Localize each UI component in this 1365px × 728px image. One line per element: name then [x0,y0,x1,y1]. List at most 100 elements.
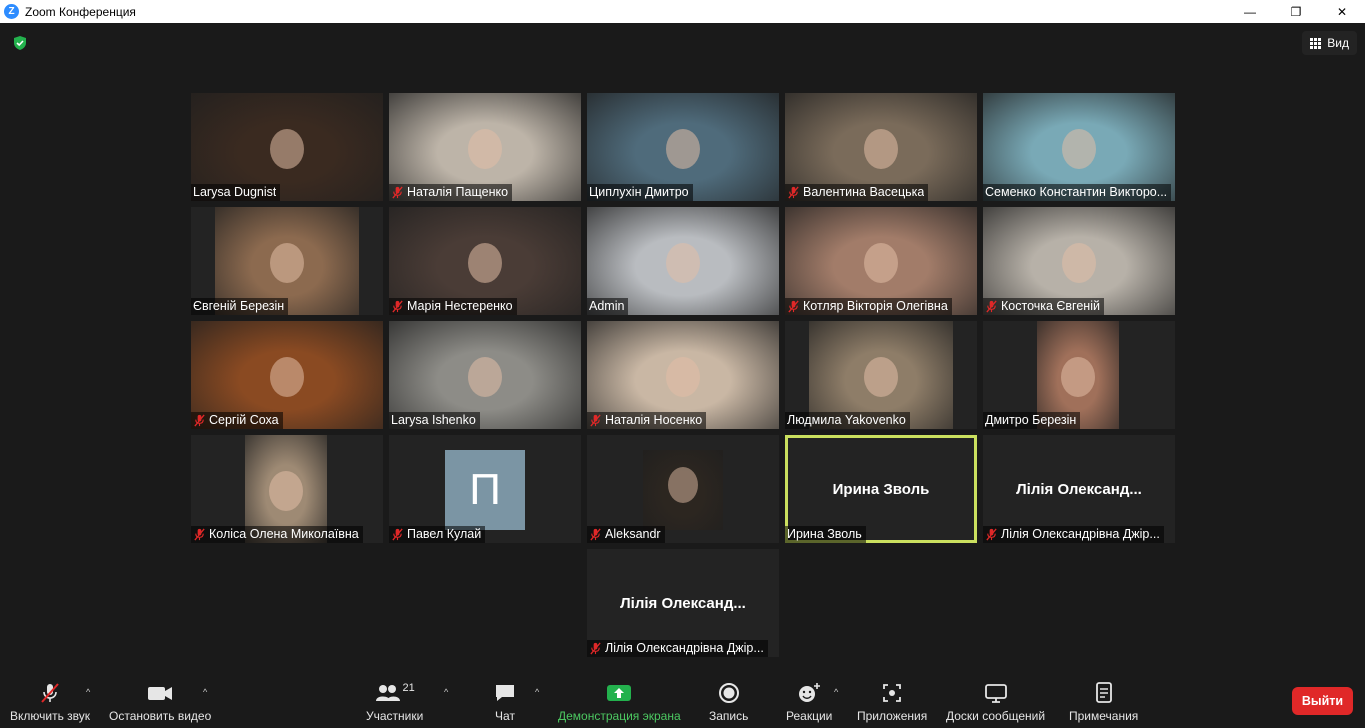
participant-name-label: Наталія Носенко [587,412,707,429]
participant-tile[interactable]: Дмитро Березін [983,321,1175,429]
audio-options-caret[interactable]: ^ [86,687,94,697]
chat-options-caret[interactable]: ^ [535,687,543,697]
participant-tile[interactable]: Марія Нестеренко [389,207,581,315]
participant-tile[interactable]: Наталія Носенко [587,321,779,429]
participant-tile[interactable]: Larysa Ishenko [389,321,581,429]
participant-tile[interactable]: Циплухін Дмитро [587,93,779,201]
participant-face [1062,243,1096,283]
video-options-caret[interactable]: ^ [203,687,211,697]
participant-name-label: Ирина Зволь [785,526,866,543]
participants-icon: 21 [375,681,415,705]
participant-tile[interactable]: Лілія Олександ... Лілія Олександрівна Джі… [587,549,779,657]
chat-button[interactable]: Чат [494,681,516,723]
record-icon [718,681,740,705]
participant-name-label: Лілія Олександрівна Джір... [587,640,768,657]
video-camera-icon [147,681,173,705]
participant-face [270,243,304,283]
grid-icon [1310,37,1322,49]
share-screen-label: Демонстрация экрана [558,709,681,723]
participant-name: Admin [589,299,625,313]
microphone-muted-icon [986,300,997,313]
participant-name: Дмитро Березін [985,413,1077,427]
whiteboards-label: Доски сообщений [946,709,1046,723]
share-screen-button[interactable]: Демонстрация экрана [558,681,681,723]
participant-name: Котляр Вікторія Олегівна [803,299,948,313]
record-button[interactable]: Запись [709,681,748,723]
share-screen-icon [606,681,632,705]
participant-name-label: Косточка Євгеній [983,298,1104,315]
apps-button[interactable]: Приложения [857,681,927,723]
notes-button[interactable]: Примечания [1069,681,1138,723]
chat-icon [494,681,516,705]
reactions-label: Реакции [786,709,833,723]
unmute-button[interactable]: Включить звук [10,681,90,723]
participant-tile[interactable]: Людмила Yakovenko [785,321,977,429]
participant-name: Ирина Зволь [787,527,862,541]
participant-tile[interactable]: Larysa Dugnist [191,93,383,201]
close-button[interactable]: ✕ [1319,0,1365,23]
shield-check-icon[interactable] [12,35,28,51]
participant-name-label: Aleksandr [587,526,665,543]
microphone-muted-icon [392,186,403,199]
participant-tile[interactable]: Сергій Соха [191,321,383,429]
participants-options-caret[interactable]: ^ [444,687,452,697]
restore-button[interactable]: ❐ [1273,0,1319,23]
participant-tile[interactable]: Ирина Зволь Ирина Зволь [785,435,977,543]
participant-face [666,357,700,397]
participant-tile[interactable]: Наталія Пащенко [389,93,581,201]
avatar: П [445,450,525,530]
reactions-options-caret[interactable]: ^ [834,687,842,697]
participant-face [270,357,304,397]
participant-tile[interactable]: Косточка Євгеній [983,207,1175,315]
participant-tile[interactable]: Admin [587,207,779,315]
apps-label: Приложения [857,709,928,723]
participant-tile[interactable]: Валентина Васецька [785,93,977,201]
participant-tile[interactable]: Коліса Олена Миколаївна [191,435,383,543]
participant-name: Циплухін Дмитро [589,185,689,199]
participant-name: Лілія Олександрівна Джір... [1001,527,1160,541]
participant-name: Валентина Васецька [803,185,925,199]
participant-name-label: Наталія Пащенко [389,184,513,201]
view-button[interactable]: Вид [1302,31,1357,55]
window-title: Zoom Конференция [25,4,136,19]
participant-name: Larysa Ishenko [391,413,476,427]
participant-name: Наталія Пащенко [407,185,509,199]
participant-tile[interactable]: Aleksandr [587,435,779,543]
reactions-button[interactable]: Реакции [786,681,832,723]
participant-name: Людмила Yakovenko [787,413,906,427]
participant-name-label: Admin [587,298,629,315]
video-gallery: Larysa Dugnist Наталія Пащенко Циплухін Дм… [0,63,1365,675]
microphone-muted-icon [590,528,601,541]
participant-face [864,357,898,397]
participant-name: Larysa Dugnist [193,185,277,199]
participant-face [864,243,898,283]
participant-name-label: Марія Нестеренко [389,298,517,315]
participant-name-label: Сергій Соха [191,412,283,429]
participant-face [864,129,898,169]
zoom-icon: Z [4,4,19,19]
participant-tile[interactable]: П Павел Кулай [389,435,581,543]
participants-button[interactable]: 21 Участники [366,681,423,723]
stop-video-button[interactable]: Остановить видео [109,681,211,723]
whiteboard-icon [984,681,1008,705]
participant-tile[interactable]: Семенко Константин Викторо... [983,93,1175,201]
meeting-topbar: Вид [0,23,1365,63]
participants-count: 21 [402,682,415,694]
minimize-button[interactable]: — [1227,0,1273,23]
participant-tile[interactable]: Євгеній Березін [191,207,383,315]
participant-name: Павел Кулай [407,527,482,541]
participant-name-label: Лілія Олександрівна Джір... [983,526,1164,543]
participant-tile[interactable]: Лілія Олександ... Лілія Олександрівна Джі… [983,435,1175,543]
participant-face [666,129,700,169]
whiteboards-button[interactable]: Доски сообщений [946,681,1045,723]
participant-name-label: Коліса Олена Миколаївна [191,526,363,543]
participant-name-label: Дмитро Березін [983,412,1081,429]
microphone-muted-icon [788,186,799,199]
apps-icon [882,681,902,705]
notes-icon [1094,681,1114,705]
microphone-muted-icon [788,300,799,313]
participant-tile[interactable]: Котляр Вікторія Олегівна [785,207,977,315]
participant-name: Семенко Константин Викторо... [985,185,1168,199]
leave-meeting-button[interactable]: Выйти [1292,687,1353,715]
participant-face [468,357,502,397]
